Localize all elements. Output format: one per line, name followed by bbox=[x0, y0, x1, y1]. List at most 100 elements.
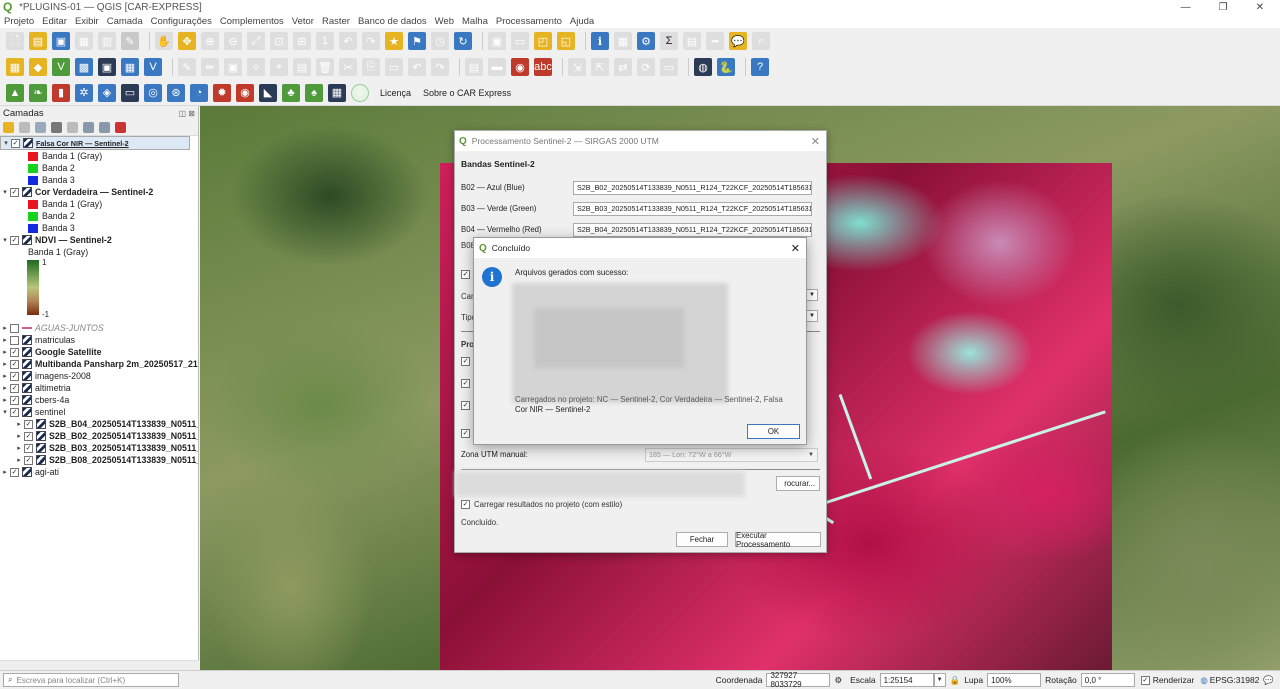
toggle-editing-icon[interactable]: ✏ bbox=[201, 58, 219, 76]
plugin-target-icon[interactable]: ◎ bbox=[144, 83, 162, 102]
menu-item[interactable]: Configurações bbox=[151, 16, 212, 27]
coordinate-field[interactable]: 327927 8033729 bbox=[766, 671, 831, 689]
refresh-icon[interactable]: ↻ bbox=[454, 32, 472, 50]
zoom-layer-icon[interactable]: ⊞ bbox=[293, 32, 311, 50]
chevron-right-icon[interactable]: ▸ bbox=[0, 396, 10, 404]
layer-tree-item[interactable]: ▾ ✓ Falsa Cor NIR — Sentinel-2 bbox=[0, 136, 190, 150]
menu-item[interactable]: Web bbox=[435, 16, 454, 27]
plugin-red-icon[interactable]: ▮ bbox=[52, 83, 70, 102]
restore-icon[interactable]: ❐ bbox=[1219, 2, 1228, 13]
utm-zone-select[interactable]: 185 — Lon: 72°W a 66°W ▼ bbox=[645, 447, 818, 462]
python-console-icon[interactable]: 🐍 bbox=[717, 58, 735, 76]
chevron-right-icon[interactable]: ▸ bbox=[0, 348, 10, 356]
run-processing-button[interactable]: Executar Processamento bbox=[735, 531, 821, 549]
style-manager-icon[interactable]: ✎ bbox=[121, 32, 139, 50]
new-project-icon[interactable]: 🗋 bbox=[6, 32, 24, 50]
chevron-right-icon[interactable]: ▸ bbox=[14, 420, 24, 428]
chevron-right-icon[interactable]: ▸ bbox=[14, 456, 24, 464]
add-group-icon[interactable] bbox=[19, 122, 30, 133]
layer-visibility-checkbox[interactable]: ✓ bbox=[24, 443, 33, 453]
layer-tree-item[interactable]: ▸ ✓ agi-ati bbox=[0, 466, 198, 478]
menu-item[interactable]: Ajuda bbox=[570, 16, 594, 27]
chevron-right-icon[interactable]: ▸ bbox=[0, 372, 10, 380]
menu-item[interactable]: Exibir bbox=[75, 16, 99, 27]
virtual-layer-icon[interactable]: ▣ bbox=[98, 58, 116, 76]
paste-features-icon[interactable]: ▭ bbox=[385, 58, 403, 76]
plugin-ring-icon[interactable]: ◉ bbox=[236, 83, 254, 102]
chevron-down-icon[interactable]: ▼ bbox=[806, 310, 818, 322]
abc-label-icon[interactable]: abc bbox=[534, 58, 552, 76]
filter-legend-icon[interactable] bbox=[51, 122, 62, 133]
map-tips-icon[interactable]: 💬 bbox=[729, 32, 747, 50]
new-shapefile-icon[interactable]: V bbox=[52, 58, 70, 76]
horizontal-scrollbar[interactable] bbox=[0, 660, 199, 670]
plugin-tree-icon[interactable]: ♣ bbox=[282, 83, 300, 102]
locator-search-input[interactable]: ⌕ Escreva para localizar (Ctrl+K) bbox=[3, 673, 179, 687]
layer-tree-item[interactable]: ▾ ✓ Cor Verdadeira — Sentinel-2 bbox=[0, 186, 198, 198]
layer-tree-item[interactable]: ▸ ✓ altimetria bbox=[0, 382, 198, 394]
render-checkbox[interactable]: ✓ bbox=[1140, 675, 1150, 685]
vertex-tool-icon[interactable]: ⌖ bbox=[270, 58, 288, 76]
deselect-icon[interactable]: ◱ bbox=[557, 32, 575, 50]
chevron-down-icon[interactable]: ▼ bbox=[806, 289, 818, 301]
chevron-down-icon[interactable]: ▾ bbox=[0, 408, 10, 416]
layer-tree-item[interactable]: ▸ ✓ Google Satellite bbox=[0, 346, 198, 358]
action-icon[interactable]: ▭ bbox=[511, 32, 529, 50]
rotation-field[interactable]: 0,0 ° bbox=[1080, 673, 1135, 687]
menu-item[interactable]: Complementos bbox=[220, 16, 284, 27]
diagram-icon[interactable]: ◉ bbox=[511, 58, 529, 76]
option-checkbox[interactable]: ✓ bbox=[461, 379, 470, 388]
undo-icon[interactable]: ↶ bbox=[408, 58, 426, 76]
layer-visibility-checkbox[interactable]: ✓ bbox=[10, 359, 19, 369]
layer-visibility-checkbox[interactable]: ✓ bbox=[10, 407, 19, 417]
menu-item[interactable]: Malha bbox=[462, 16, 488, 27]
layer-visibility-checkbox[interactable]: ✓ bbox=[24, 431, 33, 441]
layer-visibility-checkbox[interactable]: ✓ bbox=[24, 419, 33, 429]
add-wfs-icon[interactable]: V bbox=[144, 58, 162, 76]
zoom-native-icon[interactable]: 1 bbox=[316, 32, 334, 50]
layer-tree-item[interactable]: Banda 2 bbox=[0, 162, 198, 174]
layer-tree-item[interactable]: ▸ ✓ imagens-2008 bbox=[0, 370, 198, 382]
leaf-icon[interactable]: ❧ bbox=[29, 83, 47, 102]
field-calculator-icon[interactable]: ▤ bbox=[683, 32, 701, 50]
expand-all-icon[interactable] bbox=[83, 122, 94, 133]
plugin-sun-icon[interactable]: ✹ bbox=[213, 83, 231, 102]
chevron-right-icon[interactable]: ▸ bbox=[0, 384, 10, 392]
ok-button[interactable]: OK bbox=[747, 424, 800, 439]
chevron-right-icon[interactable]: ▸ bbox=[0, 468, 10, 476]
layer-tree-item[interactable]: Banda 1 (Gray) bbox=[0, 246, 198, 258]
browse-button[interactable]: rocurar... bbox=[776, 476, 820, 491]
layer-visibility-checkbox[interactable]: ✓ bbox=[10, 371, 19, 381]
layer-visibility-checkbox[interactable]: ✓ bbox=[10, 467, 19, 477]
layer-visibility-checkbox[interactable]: ✓ bbox=[10, 235, 19, 245]
chevron-right-icon[interactable]: ▸ bbox=[14, 432, 24, 440]
magnifier-field[interactable]: 100% bbox=[987, 673, 1042, 687]
show-bookmarks-icon[interactable]: ⚑ bbox=[408, 32, 426, 50]
identify-icon[interactable]: ℹ bbox=[591, 32, 609, 50]
attribute-table-icon[interactable]: ▦ bbox=[614, 32, 632, 50]
close-button[interactable]: Fechar bbox=[676, 532, 728, 547]
layer-tree-item[interactable]: Banda 3 bbox=[0, 174, 198, 186]
add-feature-icon[interactable]: ✧ bbox=[247, 58, 265, 76]
select-features-icon[interactable]: ◰ bbox=[534, 32, 552, 50]
band-b03-select[interactable]: S2B_B03_20250514T133839_N0511_R124_T22KC… bbox=[573, 201, 812, 216]
plugin-database-icon[interactable]: ◈ bbox=[98, 83, 116, 102]
style-layer-icon[interactable] bbox=[3, 122, 14, 133]
help-icon[interactable]: ? bbox=[751, 58, 769, 76]
menu-item[interactable]: Editar bbox=[42, 16, 67, 27]
label-toolbar-icon[interactable]: ▬ bbox=[488, 58, 506, 76]
pin-label-icon[interactable]: ⇲ bbox=[568, 58, 586, 76]
plugin-globe-icon[interactable]: ◔ bbox=[190, 83, 208, 102]
band-b04-select[interactable]: S2B_B04_20250514T133839_N0511_R124_T22KC… bbox=[573, 222, 812, 237]
chevron-down-icon[interactable]: ▼ bbox=[933, 673, 946, 687]
layer-visibility-checkbox[interactable]: ✓ bbox=[10, 395, 19, 405]
menu-item[interactable]: Raster bbox=[322, 16, 350, 27]
plugin-search-icon[interactable]: ⊛ bbox=[167, 83, 185, 102]
layer-visibility-checkbox[interactable]: ✓ bbox=[24, 455, 33, 465]
panel-float-close-icon[interactable]: ◫ ⊠ bbox=[179, 109, 195, 118]
layer-tree-item[interactable]: Banda 1 (Gray) bbox=[0, 150, 198, 162]
menu-item[interactable]: Banco de dados bbox=[358, 16, 427, 27]
filter-expression-icon[interactable] bbox=[67, 122, 78, 133]
layer-tree-item[interactable]: Banda 3 bbox=[0, 222, 198, 234]
messages-icon[interactable]: 💬 bbox=[1263, 675, 1274, 686]
